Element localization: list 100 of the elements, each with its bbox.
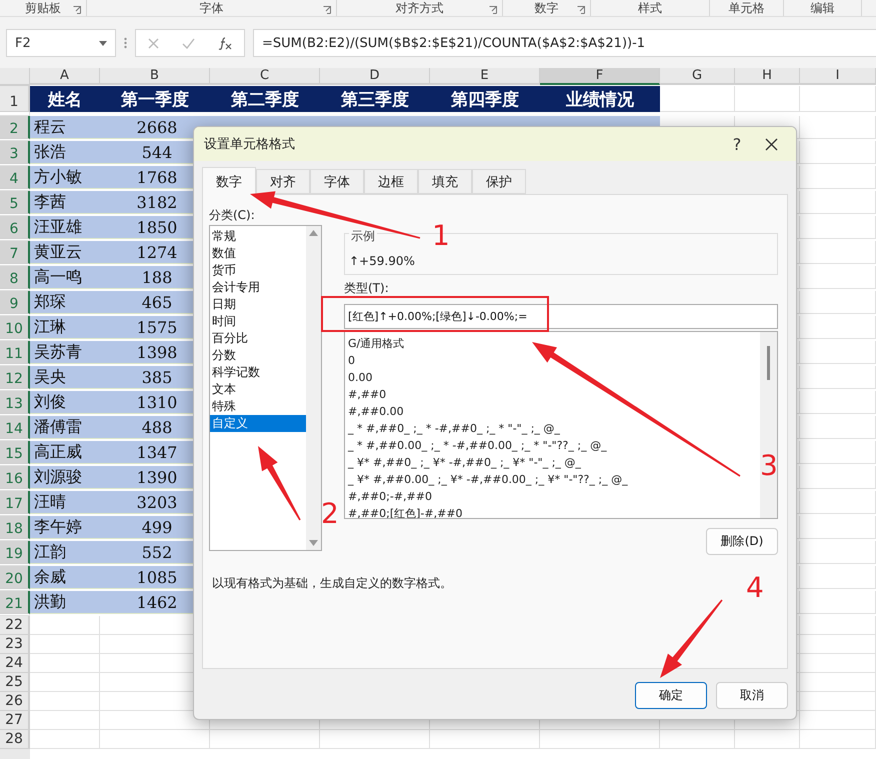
row-header[interactable]: 6 [0,216,30,239]
column-header[interactable]: D [320,68,430,85]
row-header[interactable]: 9 [0,291,30,314]
row-header[interactable]: 2 [0,116,30,139]
header-cell: 第一季度 [100,86,210,112]
function-icon[interactable] [218,36,232,50]
category-item[interactable]: 百分比 [210,330,306,347]
row-header[interactable]: 27 [0,711,30,730]
row-header[interactable]: 21 [0,591,30,614]
format-item[interactable]: #,##0.00 [348,403,760,420]
header-cell: 姓名 [30,86,100,112]
dialog-launcher-icon[interactable] [489,6,497,14]
column-header[interactable]: A [30,68,100,85]
format-item[interactable]: _ ¥* #,##0.00_ ;_ ¥* -#,##0.00_ ;_ ¥* "-"??_ ;_ @_ [348,471,760,488]
scroll-up-icon[interactable] [309,230,318,236]
format-list[interactable] [344,331,778,519]
row-header[interactable]: 25 [0,673,30,692]
row-header[interactable]: 22 [0,616,30,635]
row-header[interactable]: 23 [0,635,30,654]
row-header[interactable]: 12 [0,366,30,389]
category-item[interactable]: 特殊 [210,398,306,415]
category-item[interactable]: 常规 [210,228,306,245]
table-cell: 汪晴 [30,491,100,514]
check-icon[interactable] [182,38,195,48]
close-icon[interactable] [765,138,778,150]
column-header[interactable]: E [430,68,540,85]
cancel-button[interactable]: 取消 [716,682,788,709]
format-item[interactable]: 0 [348,352,760,369]
table-cell: 张浩 [30,141,100,164]
category-item[interactable]: 数值 [210,245,306,262]
column-header[interactable]: F [540,68,660,85]
format-item[interactable]: _ * #,##0.00_ ;_ * -#,##0.00_ ;_ * "-"??_ ;_ @_ [348,437,760,454]
dialog-tab[interactable]: 边框 [364,169,418,194]
column-header[interactable]: B [100,68,210,85]
row-header[interactable]: 24 [0,654,30,673]
row-header[interactable]: 11 [0,341,30,364]
table-cell: 潘傅雷 [30,416,100,439]
category-item[interactable]: 分数 [210,347,306,364]
column-header[interactable]: H [735,68,800,85]
category-item[interactable]: 自定义 [210,415,306,432]
category-item[interactable]: 货币 [210,262,306,279]
column-header[interactable]: G [660,68,735,85]
format-item[interactable]: _ * #,##0_ ;_ * -#,##0_ ;_ * "-"_ ;_ @_ [348,420,760,437]
row-header[interactable]: 10 [0,316,30,339]
dialog-launcher-icon[interactable] [323,6,331,14]
header-cell: 业绩情况 [540,86,660,112]
column-header[interactable]: I [800,68,876,85]
category-item[interactable]: 文本 [210,381,306,398]
format-item[interactable]: #,##0 [348,386,760,403]
dialog-tab[interactable]: 数字 [202,167,256,195]
annotation-number: 3 [760,449,778,482]
row-header[interactable]: 20 [0,566,30,589]
category-item[interactable]: 日期 [210,296,306,313]
column-header[interactable]: C [210,68,320,85]
category-list[interactable]: 常规 数值 货币 会计专用 日期 时间 百分比 分数 科学记数 文本 特殊 自定义 [209,225,322,551]
category-item[interactable]: 科学记数 [210,364,306,381]
header-cell: 第三季度 [320,86,430,112]
format-item[interactable]: _ ¥* #,##0_ ;_ ¥* -#,##0_ ;_ ¥* "-"_ ;_ @_ [348,454,760,471]
row-header[interactable]: 16 [0,466,30,489]
name-box[interactable]: F2 [6,29,116,57]
category-item[interactable]: 会计专用 [210,279,306,296]
category-label: 分类(C): [209,206,256,224]
row-header[interactable]: 14 [0,416,30,439]
help-button[interactable]: ? [717,134,757,154]
dialog-launcher-icon[interactable] [577,6,585,14]
row-header[interactable]: 7 [0,241,30,264]
dialog-tab[interactable]: 填充 [418,169,472,194]
dialog-tab[interactable]: 保护 [472,169,526,194]
format-item[interactable]: G/通用格式 [348,335,760,352]
row-header[interactable]: 15 [0,441,30,464]
table-cell: 李午婷 [30,516,100,539]
category-item[interactable]: 时间 [210,313,306,330]
type-label: 类型(T): [344,280,390,296]
row-header[interactable]: 8 [0,266,30,289]
row-header[interactable]: 5 [0,191,30,214]
table-cell: 方小敏 [30,166,100,189]
dialog-tab[interactable]: 对齐 [256,169,310,194]
row-header[interactable]: 17 [0,491,30,514]
dialog-tab[interactable]: 字体 [310,169,364,194]
row-header[interactable]: 4 [0,166,30,189]
table-cell [735,86,800,112]
ok-button[interactable]: 确定 [635,682,707,709]
format-item[interactable]: 0.00 [348,369,760,386]
row-header[interactable]: 1 [0,86,30,112]
formula-field[interactable]: =SUM(B2:E2)/(SUM($B$2:$E$21)/COUNTA($A$2:$A$21))-1 [253,29,876,57]
row-header[interactable]: 26 [0,692,30,711]
delete-button[interactable]: 删除(D) [706,528,778,555]
row-header[interactable]: 3 [0,141,30,164]
table-cell: 洪勤 [30,591,100,614]
table-cell [30,711,100,730]
format-item[interactable]: #,##0;-#,##0 [348,488,760,505]
row-header[interactable]: 13 [0,391,30,414]
scrollbar-thumb[interactable] [767,346,770,380]
scroll-down-icon[interactable] [309,540,318,546]
type-input[interactable]: [红色]↑+0.00%;[绿色]↓-0.00%;= [344,304,778,329]
row-header[interactable]: 28 [0,730,30,749]
row-header[interactable]: 19 [0,541,30,564]
dialog-launcher-icon[interactable] [73,6,81,14]
table-cell [30,692,100,711]
row-header[interactable]: 18 [0,516,30,539]
